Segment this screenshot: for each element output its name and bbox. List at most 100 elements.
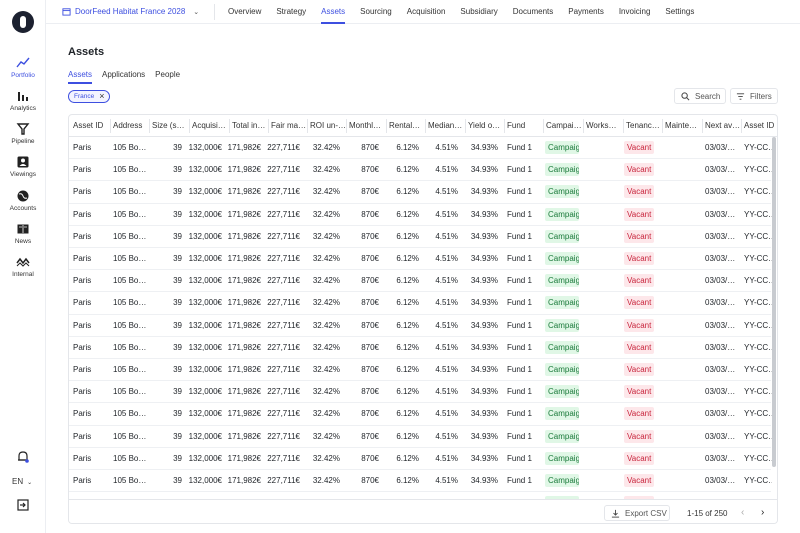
sidebar-item-accounts[interactable]: Accounts [0,189,46,212]
column-header[interactable]: Mainte… [665,121,701,130]
column-resizer[interactable] [662,119,663,133]
cell-monthly: 870€ [361,342,379,352]
cell-address: 105 Bo… [113,209,147,219]
table-row[interactable]: Paris105 Bo…39132,000€171,982€227,711€32… [69,426,772,448]
table-row[interactable]: Paris105 Bo…39132,000€171,982€227,711€32… [69,492,772,499]
table-row[interactable]: Paris105 Bo…39132,000€171,982€227,711€32… [69,381,772,404]
chevron-left-icon[interactable]: ‹ [741,507,744,518]
filters-button[interactable]: Filters [730,88,778,104]
column-header[interactable]: Fair ma… [271,121,307,130]
column-resizer[interactable] [702,119,703,133]
column-header[interactable]: Asset ID [73,121,109,130]
column-header[interactable]: ROI un-… [310,121,346,130]
cell-asset-id: Paris [73,387,92,397]
cell-median: 4.51% [435,143,458,152]
sidebar-item-internal[interactable]: Internal [0,255,46,278]
cell-next-available: 03/03/… [705,476,736,485]
subtab-applications[interactable]: Applications [102,70,145,79]
sidebar-item-portfolio[interactable]: Portfolio [0,56,46,79]
sidebar-item-news[interactable]: News [0,222,46,245]
subtab-assets[interactable]: Assets [68,70,92,79]
table-row[interactable]: Paris105 Bo…39132,000€171,982€227,711€32… [69,181,772,204]
campaign-badge: Campaig [545,252,579,265]
column-resizer[interactable] [465,119,466,133]
tab-subsidiary[interactable]: Subsidiary [460,7,497,16]
column-header[interactable]: Tenanc… [626,121,662,130]
sidebar-item-pipeline[interactable]: Pipeline [0,122,46,145]
chevron-right-icon[interactable]: › [761,507,764,518]
column-resizer[interactable] [229,119,230,133]
close-icon[interactable]: × [99,92,104,101]
logout-icon[interactable] [16,498,30,512]
subtab-people[interactable]: People [155,70,180,79]
column-header[interactable]: Monthl… [349,121,385,130]
column-header[interactable]: Next av… [705,121,741,130]
sidebar-item-analytics[interactable]: Analytics [0,89,46,112]
column-resizer[interactable] [741,119,742,133]
table-row[interactable]: Paris105 Bo…39132,000€171,982€227,711€32… [69,315,772,337]
column-resizer[interactable] [110,119,111,133]
tab-sourcing[interactable]: Sourcing [360,7,392,16]
table-row[interactable]: Paris105 Bo…39132,000€171,982€227,711€32… [69,337,772,359]
column-header[interactable]: Acquisi… [192,121,228,130]
table-row[interactable]: Paris105 Bo…39132,000€171,982€227,711€32… [69,159,772,182]
tab-acquisition[interactable]: Acquisition [407,7,446,16]
column-header[interactable]: Works… [586,121,622,130]
column-header[interactable]: Asset ID [744,121,774,130]
cell-yield: 34.93% [470,187,498,197]
table-row[interactable]: Paris105 Bo…39132,000€171,982€227,711€32… [69,137,772,160]
column-resizer[interactable] [346,119,347,133]
globe-icon [17,190,29,202]
column-resizer[interactable] [189,119,190,133]
column-header[interactable]: Address [113,121,149,130]
language-selector[interactable]: EN ⌄ [12,477,32,486]
sidebar-item-viewings[interactable]: Viewings [0,155,46,178]
cell-total-investment: 171,982€ [227,342,261,352]
tab-settings[interactable]: Settings [665,7,694,16]
table-row[interactable]: Paris105 Bo…39132,000€171,982€227,711€32… [69,226,772,248]
column-header[interactable]: Rental… [389,121,425,130]
column-header[interactable]: Campai… [546,121,582,130]
campaign-badge: Campaig [545,274,579,288]
column-resizer[interactable] [149,119,150,133]
table-row[interactable]: Paris105 Bo…39132,000€171,982€227,711€32… [69,204,772,226]
table-row[interactable]: Paris105 Bo…39132,000€171,982€227,711€32… [69,292,772,315]
column-resizer[interactable] [504,119,505,133]
table-row[interactable]: Paris105 Bo…39132,000€171,982€227,711€32… [69,359,772,382]
column-header[interactable]: Size (s… [152,121,186,130]
column-resizer[interactable] [543,119,544,133]
column-resizer[interactable] [268,119,269,133]
table-row[interactable]: Paris105 Bo…39132,000€171,982€227,711€32… [69,403,772,426]
column-header[interactable]: Total in… [232,121,268,130]
notification-bell-icon[interactable] [16,450,30,464]
table-row[interactable]: Paris105 Bo…39132,000€171,982€227,711€32… [69,270,772,293]
tab-payments[interactable]: Payments [568,7,604,16]
column-resizer[interactable] [386,119,387,133]
table-row[interactable]: Paris105 Bo…39132,000€171,982€227,711€32… [69,448,772,470]
tab-strategy[interactable]: Strategy [276,7,306,16]
cell-rental: 6.12% [396,187,419,197]
cell-asset-id2: YY-CC… [744,365,772,374]
column-header[interactable]: Fund [507,121,543,130]
column-header[interactable]: Yield o… [468,121,504,130]
tab-invoicing[interactable]: Invoicing [619,7,651,16]
cell-median: 4.51% [435,187,458,197]
vertical-scrollbar[interactable] [772,137,776,467]
filter-chip-france[interactable]: France × [68,90,110,103]
column-resizer[interactable] [425,119,426,133]
column-resizer[interactable] [623,119,624,133]
cell-rental: 6.12% [396,254,419,263]
search-button[interactable]: Search [674,88,726,104]
tab-documents[interactable]: Documents [513,7,553,16]
table-row[interactable]: Paris105 Bo…39132,000€171,982€227,711€32… [69,470,772,493]
app-logo[interactable] [12,11,34,33]
table-row[interactable]: Paris105 Bo…39132,000€171,982€227,711€32… [69,248,772,271]
tab-assets[interactable]: Assets [321,7,345,16]
column-header[interactable]: Median… [428,121,464,130]
column-resizer[interactable] [307,119,308,133]
cell-asset-id2: YY-CC… [744,165,772,175]
column-resizer[interactable] [583,119,584,133]
tab-overview[interactable]: Overview [228,7,261,16]
project-selector[interactable]: DoorFeed Habitat France 2028 ⌄ [62,7,199,16]
export-csv-button[interactable]: Export CSV [604,505,670,521]
